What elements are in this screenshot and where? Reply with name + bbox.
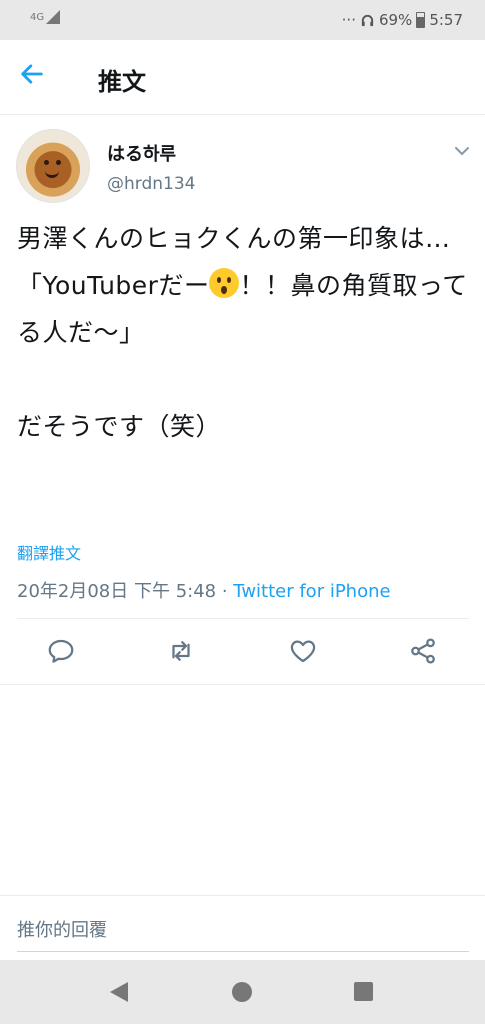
headphones-icon — [361, 14, 374, 26]
heart-icon — [290, 640, 316, 663]
meta-separator: · — [216, 581, 234, 602]
share-icon — [411, 638, 435, 664]
reply-button[interactable] — [46, 636, 76, 666]
app-header: 推文 — [0, 40, 485, 115]
tweet-source-link[interactable]: Twitter for iPhone — [233, 581, 390, 602]
tweet-text-part-1: 男澤くんのヒョクくんの第一印象は… — [17, 224, 451, 253]
status-bar: 4G ··· 69% 5:57 — [0, 0, 485, 40]
retweet-icon — [172, 641, 190, 661]
tweet-meta: 20年2月08日 下午 5:48 · Twitter for iPhone — [17, 577, 391, 603]
avatar-eye-left — [44, 160, 49, 165]
arrow-left-icon — [21, 64, 43, 84]
reply-underline — [17, 951, 469, 952]
battery-percent: 69% — [378, 11, 413, 29]
clock: 5:57 — [429, 11, 463, 29]
tweet-text: 男澤くんのヒョクくんの第一印象は… 「YouTuberだー ！！鼻の角質取ってる人… — [17, 215, 477, 450]
nav-recent-apps-icon[interactable] — [354, 982, 373, 1001]
avatar-eye-right — [56, 160, 61, 165]
nav-back-icon[interactable] — [110, 982, 128, 1002]
status-right: ··· 69% 5:57 — [342, 11, 463, 29]
page-title: 推文 — [98, 68, 146, 96]
system-nav-bar — [0, 960, 485, 1024]
translate-tweet-link[interactable]: 翻譯推文 — [17, 540, 81, 564]
nav-home-icon[interactable] — [232, 982, 252, 1002]
reply-input[interactable]: 推你的回覆 — [17, 916, 107, 942]
more-notifications-indicator: ··· — [341, 11, 356, 29]
display-name[interactable]: はる하루 — [107, 140, 176, 166]
more-options-button[interactable] — [452, 141, 472, 161]
network-type: 4G — [30, 12, 45, 23]
retweet-button[interactable] — [166, 636, 196, 666]
battery-icon — [416, 12, 426, 28]
avatar-mouth — [45, 169, 59, 178]
chevron-down-icon — [455, 147, 469, 156]
astonished-face-icon — [209, 268, 240, 298]
avatar[interactable] — [16, 129, 90, 203]
reply-composer: 推你的回覆 — [0, 895, 485, 956]
network-indicator: 4G — [30, 10, 61, 24]
reply-icon — [48, 639, 74, 663]
tweet-actions — [0, 620, 485, 685]
share-button[interactable] — [408, 636, 438, 666]
divider — [17, 618, 469, 619]
back-button[interactable] — [18, 60, 58, 94]
tweet-text-part-2: 「YouTuberだー — [17, 271, 210, 300]
user-handle[interactable]: @hrdn134 — [107, 174, 195, 194]
signal-icon — [46, 10, 61, 24]
tweet-timestamp: 20年2月08日 下午 5:48 — [17, 581, 217, 602]
like-button[interactable] — [288, 636, 318, 666]
